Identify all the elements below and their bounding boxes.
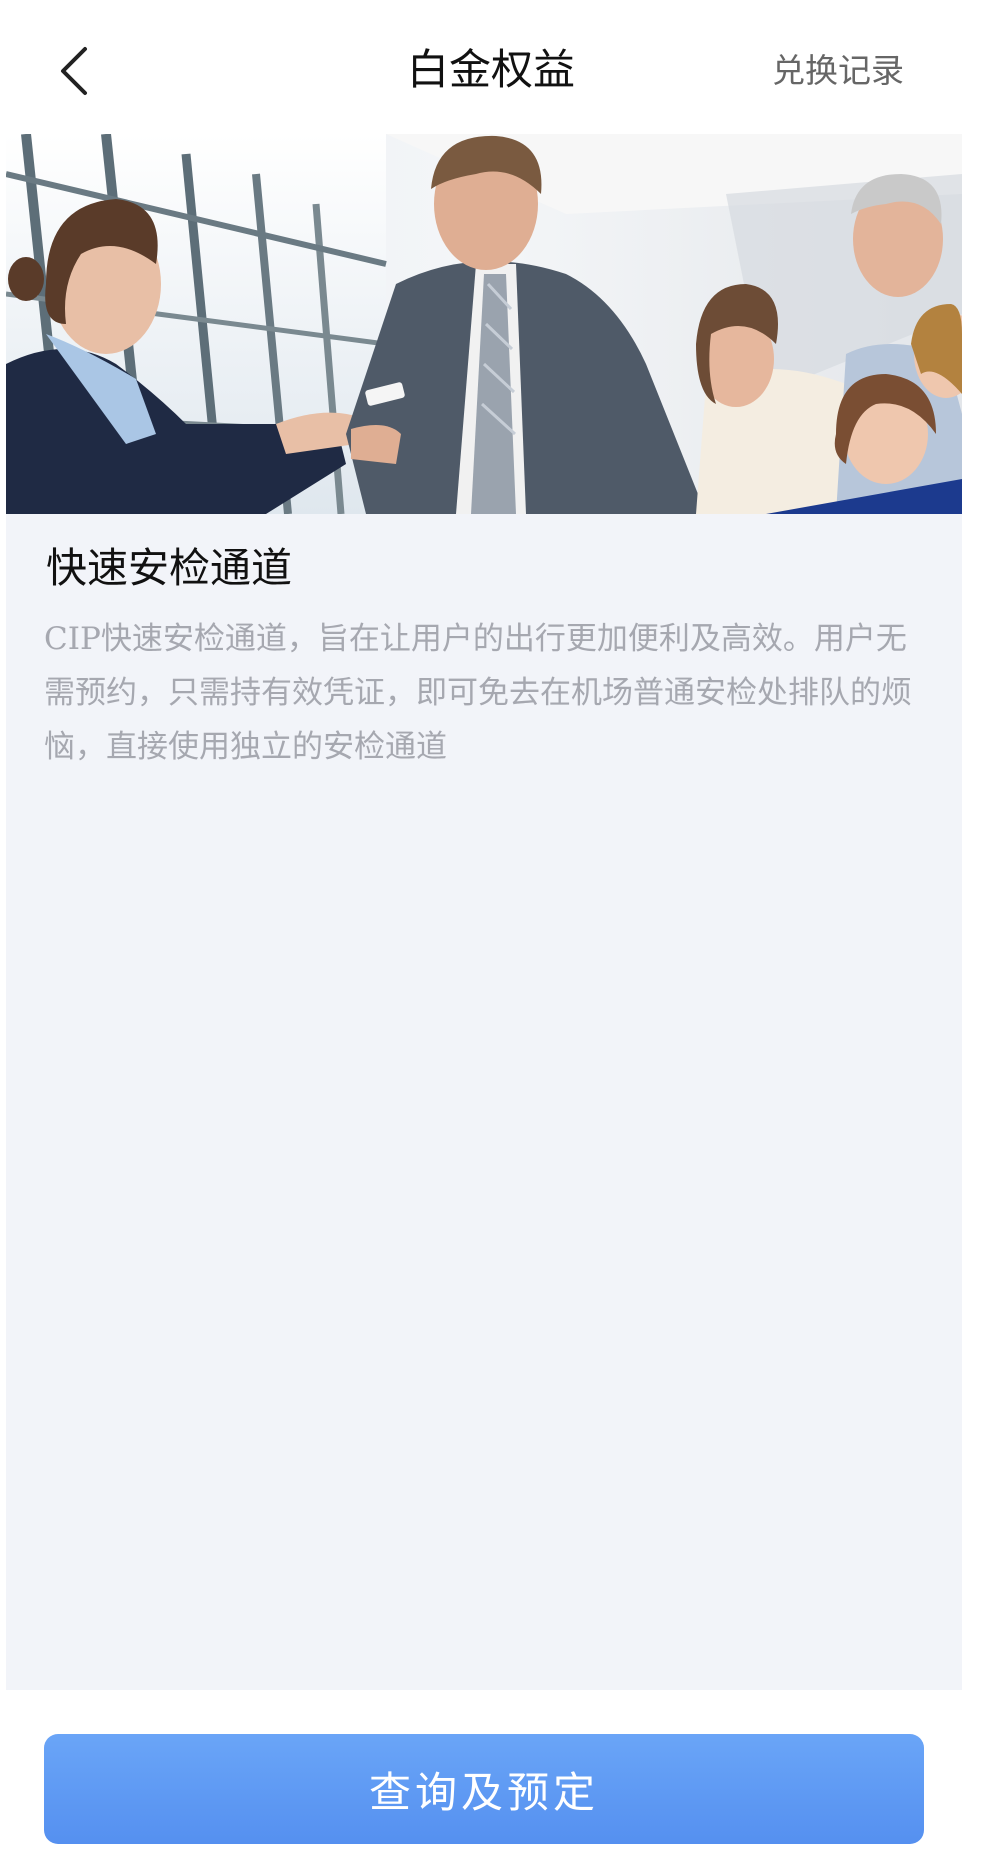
main-content: 快速安检通道 CIP快速安检通道，旨在让用户的出行更加便利及高效。用户无需预约，… <box>6 134 962 1690</box>
benefit-title: 快速安检通道 <box>46 544 292 592</box>
benefit-description: CIP快速安检通道，旨在让用户的出行更加便利及高效。用户无需预约，只需持有效凭证… <box>44 621 912 765</box>
exchange-records-link[interactable]: 兑换记录 <box>772 46 904 96</box>
query-and-book-button[interactable]: 查询及预定 <box>44 1734 924 1844</box>
hero-image <box>6 134 962 514</box>
hero-photo <box>6 134 962 514</box>
page: 白金权益 兑换记录 快速安检通道 CIP快速安检通道，旨在让用户的出行更加便利及… <box>0 0 982 1860</box>
navigation-bar: 白金权益 兑换记录 <box>0 0 982 134</box>
footer-bar: 查询及预定 <box>0 1690 982 1860</box>
